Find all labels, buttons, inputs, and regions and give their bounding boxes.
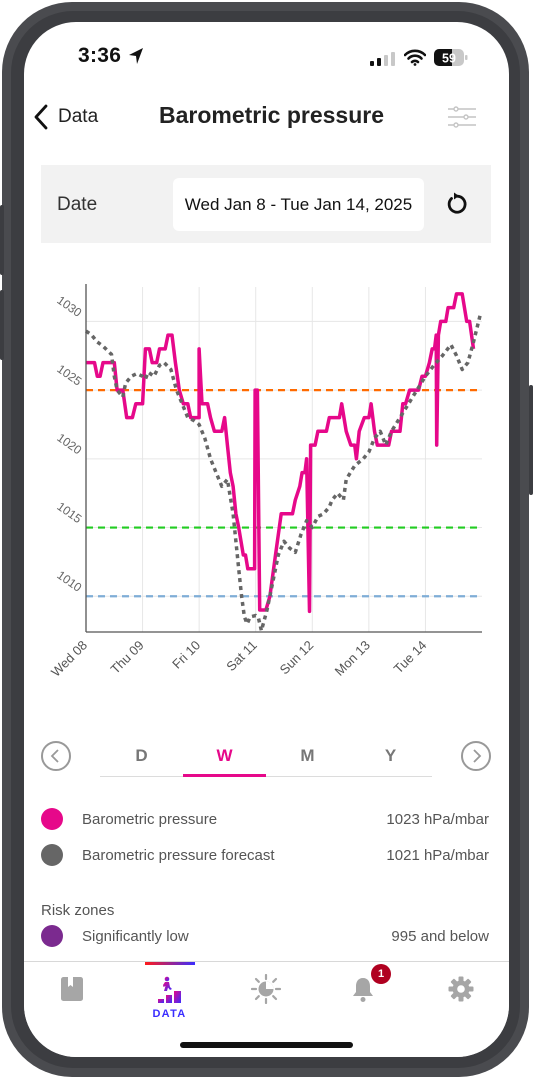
back-button[interactable]: Data [34,102,98,132]
risk-swatch-significantly-low [41,925,63,947]
legend-item: Barometric pressure forecast 1021 hPa/mb… [24,843,509,869]
legend-label: Barometric pressure forecast [82,847,275,864]
previous-period-button[interactable] [41,741,71,771]
y-tick-label: 1015 [54,499,84,526]
range-tabs: D W M Y [100,734,432,777]
navigation-bar: Barometric pressure Data [24,92,509,142]
date-label: Date [57,194,98,215]
back-label: Data [58,106,99,127]
active-tab-indicator [145,962,195,965]
x-tick-label: Mon 13 [332,638,373,679]
wifi-icon [404,49,426,66]
chevron-left-icon [50,749,59,763]
status-time: 3:36 [78,44,122,67]
date-filter-bar: Date Wed Jan 8 - Tue Jan 14, 2025 [41,165,491,243]
risk-zone-item: Significantly low 995 and below [24,924,509,950]
notification-badge: 1 [371,964,391,984]
tab-month[interactable]: M [266,734,349,776]
bell-icon [353,978,373,1002]
x-tick-label: Tue 14 [391,638,430,677]
legend-swatch-forecast [41,844,63,866]
tab-bar-weather[interactable] [218,962,315,1032]
range-selector: D W M Y [24,734,509,778]
sun-chart-icon [251,974,281,1004]
chart-canvas: 1010 1015 1020 1025 1030 Wed 08 Thu 09 Fri 10 Sa… [48,284,482,680]
chevron-right-icon [473,749,482,763]
refresh-icon[interactable] [444,192,468,216]
x-tick-label: Fri 10 [169,638,203,672]
risk-zone-label: Significantly low [82,928,189,945]
chevron-left-icon [34,104,48,130]
tab-bar-settings[interactable] [412,962,509,1032]
status-bar: 3:36 59 [24,22,509,92]
tab-bar-data-label: DATA [152,1008,187,1020]
tab-bar-journal[interactable] [24,962,121,1032]
next-period-button[interactable] [461,741,491,771]
tab-bar-notifications[interactable]: 1 [315,962,412,1032]
tab-year[interactable]: Y [349,734,432,776]
battery-level: 59 [442,52,456,66]
date-range-picker[interactable]: Wed Jan 8 - Tue Jan 14, 2025 [173,178,424,231]
home-indicator[interactable] [180,1042,353,1048]
cellular-signal-icon [370,52,395,66]
x-tick-label: Sat 11 [223,638,260,675]
y-tick-label: 1020 [54,430,84,457]
side-button-volume [0,290,4,360]
tab-week[interactable]: W [183,734,266,777]
pressure-series-line [86,292,476,614]
journal-icon [61,977,83,1001]
y-tick-label: 1025 [54,362,84,389]
legend-value: 1021 hPa/mbar [386,847,489,864]
y-tick-label: 1010 [54,568,84,595]
location-arrow-icon [129,48,143,64]
tab-day[interactable]: D [100,734,183,776]
legend-value: 1023 hPa/mbar [386,811,489,828]
battery-icon: 59 [434,49,468,66]
filter-sliders-icon[interactable] [448,106,476,128]
legend-swatch-pressure [41,808,63,830]
pressure-chart: 1010 1015 1020 1025 1030 Wed 08 Thu 09 Fri 10 Sa… [24,262,509,722]
y-tick-label: 1030 [54,293,84,320]
risk-zones-heading: Risk zones [41,902,115,919]
legend-item: Barometric pressure 1023 hPa/mbar [24,807,509,833]
x-tick-label: Wed 08 [48,638,90,680]
data-progress-icon [158,976,181,1003]
screen: 3:36 59 Barometric pressure Data Date We… [24,22,509,1057]
risk-zone-value: 995 and below [391,928,489,945]
legend-label: Barometric pressure [82,811,218,828]
side-button-power [529,385,533,495]
tab-bar-data[interactable]: DATA [121,962,218,1032]
x-tick-label: Sun 12 [277,638,317,678]
x-tick-label: Thu 09 [107,638,146,677]
gear-icon [448,976,474,1002]
side-button-mute [0,205,4,275]
